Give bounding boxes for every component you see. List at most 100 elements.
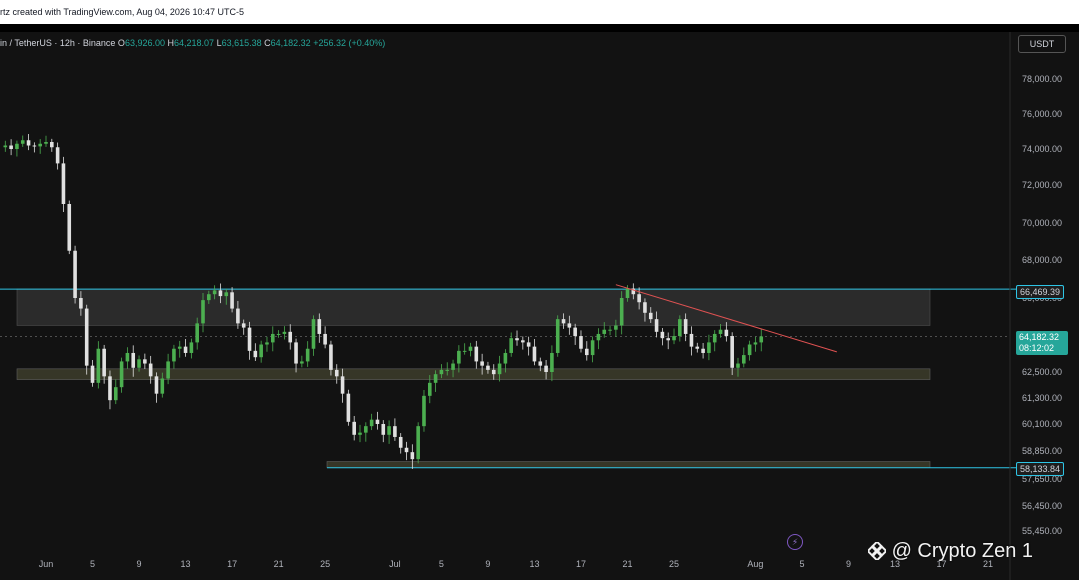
last-price-badge: 64,182.32 08:12:02 (1016, 331, 1068, 355)
candle-body (468, 346, 473, 351)
candle-body (15, 143, 19, 149)
candle-body (67, 204, 72, 251)
candle-body (32, 145, 37, 147)
candle-body (567, 323, 572, 328)
candle-body (201, 300, 205, 324)
candle-body (555, 319, 560, 353)
candle-body (521, 340, 525, 343)
candle-body (300, 361, 304, 364)
x-tick-label: 5 (799, 559, 804, 569)
candle-body (579, 336, 583, 349)
candle-body (742, 355, 746, 364)
candle-body (730, 336, 734, 368)
candle-body (625, 288, 630, 298)
watermark-text: @ Crypto Zen 1 (891, 540, 1034, 562)
candle-body (230, 292, 234, 309)
candle-body (259, 344, 263, 358)
x-tick-label: 9 (846, 559, 851, 569)
candle-body (654, 319, 659, 332)
candle-body (445, 369, 450, 371)
candle-body (177, 346, 182, 349)
x-tick-label: Jun (39, 559, 54, 569)
candle-body (491, 369, 496, 375)
candle-body (404, 447, 409, 453)
candle-body (317, 319, 322, 334)
x-tick-label: 9 (485, 559, 490, 569)
candle-body (113, 387, 118, 401)
candle-body (26, 140, 31, 146)
candle-body (364, 426, 368, 433)
y-tick-label: 68,000.00 (1022, 255, 1062, 265)
candle-body (44, 142, 48, 144)
candle-body (218, 290, 223, 297)
last-price-value: 64,182.32 (1019, 332, 1060, 342)
ohlc-legend: in / TetherUS · 12h · Binance O63,926.00… (0, 38, 385, 48)
candle-body (288, 331, 293, 343)
candle-body (427, 382, 432, 396)
candle-body (224, 292, 229, 297)
candle-body (90, 365, 95, 383)
x-tick-label: Jul (389, 559, 401, 569)
candle-body (678, 319, 682, 337)
candle-body (422, 395, 426, 427)
candle-body (84, 308, 89, 366)
binance-diamond-icon (868, 542, 886, 560)
candle-body (282, 331, 287, 334)
lightning-icon[interactable]: ⚡ (787, 534, 803, 550)
high-value: 64,218.07 (174, 38, 215, 48)
candle-body (526, 342, 531, 347)
candle-body (148, 363, 153, 377)
low-value: 63,615.38 (221, 38, 262, 48)
candle-body (660, 331, 665, 339)
candle-body (207, 294, 211, 301)
x-tick-label: 21 (274, 559, 284, 569)
x-tick-label: 5 (439, 559, 444, 569)
candle-body (747, 344, 752, 356)
chart-area[interactable]: 78,000.00 76,000.00 74,000.00 72,000.00 70,0… (0, 32, 1079, 580)
candle-body (212, 290, 217, 295)
candle-body (20, 140, 25, 144)
candle-body (381, 424, 386, 435)
candle-body (503, 352, 508, 364)
candle-body (55, 147, 60, 164)
x-tick-label: 5 (90, 559, 95, 569)
candle-body (323, 333, 327, 345)
candle-body (683, 319, 688, 334)
y-tick-label: 72,000.00 (1022, 180, 1062, 190)
y-tick-label: 74,000.00 (1022, 144, 1062, 154)
candle-body (619, 298, 624, 326)
y-tick-label: 62,500.00 (1022, 367, 1062, 377)
candle-body (125, 352, 130, 362)
candle-body (486, 365, 490, 370)
candle-body (701, 348, 705, 353)
candle-body (695, 346, 700, 349)
candle-body (736, 363, 740, 368)
support-price-badge: 58,133.84 (1016, 462, 1065, 476)
candle-body (544, 365, 548, 372)
watermark: @ Crypto Zen 1 (868, 540, 1033, 563)
open-label: O (117, 38, 125, 48)
candle-body (102, 348, 106, 377)
candle-body (154, 376, 159, 394)
candle-body (451, 363, 455, 370)
candle-body (497, 363, 502, 375)
candle-body (602, 329, 607, 334)
candle-body (311, 319, 316, 349)
candle-body (276, 333, 281, 335)
currency-button[interactable]: USDT (1018, 35, 1066, 53)
candle-body (416, 426, 420, 460)
open-value: 63,926.00 (124, 38, 165, 48)
candle-body (532, 346, 537, 362)
candle-body (614, 325, 618, 330)
candle-body (305, 348, 310, 362)
candle-body (369, 419, 374, 427)
x-tick-label: 17 (227, 559, 237, 569)
candle-body (393, 426, 397, 437)
candle-body (515, 338, 519, 341)
candle-body (166, 361, 170, 379)
candle-body (648, 312, 653, 320)
x-tick-label: 25 (669, 559, 679, 569)
price-chart[interactable]: 78,000.00 76,000.00 74,000.00 72,000.00 70,0… (0, 32, 1079, 580)
candle-body (433, 374, 438, 383)
y-tick-label: 58,850.00 (1022, 446, 1062, 456)
